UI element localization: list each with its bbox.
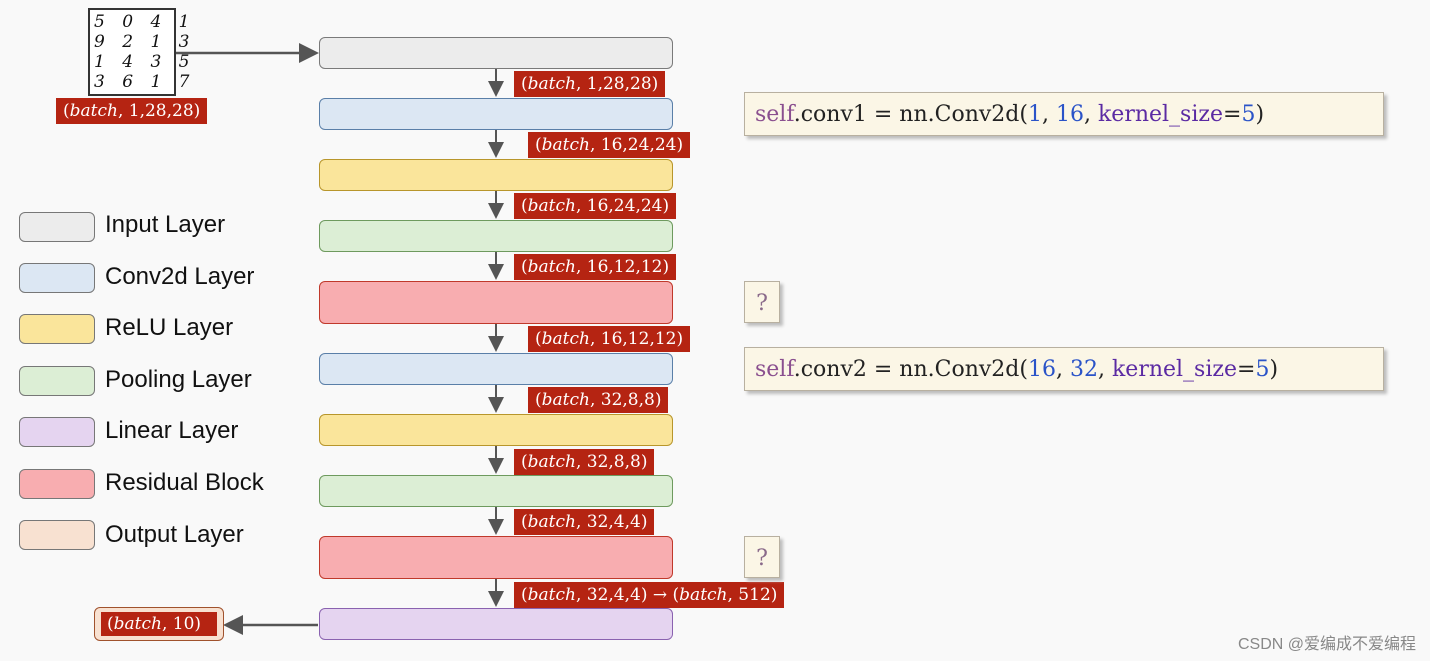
digit-row: 3 6 1 7 bbox=[94, 72, 196, 92]
conv1-layer-block bbox=[319, 98, 673, 130]
relu2-layer-block bbox=[319, 414, 673, 446]
relu1-layer-block bbox=[319, 159, 673, 191]
input-layer-block bbox=[319, 37, 673, 69]
shape-label: (batch, 16,24,24) bbox=[528, 132, 691, 158]
shape-label: (batch, 16,12,12) bbox=[514, 254, 677, 280]
residual-1-code-placeholder: ? bbox=[744, 281, 780, 323]
legend-label-input: Input Layer bbox=[105, 211, 226, 238]
pool1-layer-block bbox=[319, 220, 673, 252]
legend-label-conv: Conv2d Layer bbox=[105, 263, 255, 290]
input-shape-label: (batch, 1,28,28) bbox=[56, 98, 208, 124]
legend-swatch-input bbox=[19, 212, 95, 242]
shape-label: (batch, 1,28,28) bbox=[514, 71, 666, 97]
legend-swatch-conv bbox=[19, 263, 95, 293]
legend-label-resid: Residual Block bbox=[105, 469, 264, 496]
output-shape-label: (batch, 10) bbox=[101, 612, 217, 636]
shape-label: (batch, 32,8,8) bbox=[528, 387, 669, 413]
legend-label-output: Output Layer bbox=[105, 521, 244, 548]
linear-layer-block bbox=[319, 608, 673, 640]
output-layer-block: (batch, 10) bbox=[94, 607, 224, 641]
shape-label: (batch, 32,4,4) bbox=[514, 509, 655, 535]
pool2-layer-block bbox=[319, 475, 673, 507]
conv1-code-box: self.conv1 = nn.Conv2d(1, 16, kernel_siz… bbox=[744, 92, 1384, 136]
legend-swatch-linear bbox=[19, 417, 95, 447]
legend-swatch-pool bbox=[19, 366, 95, 396]
conv2-layer-block bbox=[319, 353, 673, 385]
residual-block-1 bbox=[319, 281, 673, 324]
legend-label-linear: Linear Layer bbox=[105, 417, 239, 444]
mnist-sample-image: 5 0 4 1 9 2 1 3 1 4 3 5 3 6 1 7 bbox=[88, 8, 196, 96]
shape-label: (batch, 16,12,12) bbox=[528, 326, 691, 352]
digit-row: 9 2 1 3 bbox=[94, 32, 196, 52]
legend-swatch-output bbox=[19, 520, 95, 550]
legend-swatch-relu bbox=[19, 314, 95, 344]
flatten-shape-label: (batch, 32,4,4) → (batch, 512) bbox=[514, 582, 785, 608]
residual-2-code-placeholder: ? bbox=[744, 536, 780, 578]
conv2-code-box: self.conv2 = nn.Conv2d(16, 32, kernel_si… bbox=[744, 347, 1384, 391]
shape-label: (batch, 16,24,24) bbox=[514, 193, 677, 219]
digit-row: 5 0 4 1 bbox=[94, 12, 196, 32]
legend-swatch-resid bbox=[19, 469, 95, 499]
shape-label: (batch, 32,8,8) bbox=[514, 449, 655, 475]
legend-label-relu: ReLU Layer bbox=[105, 314, 234, 341]
watermark-text: CSDN @爱编成不爱编程 bbox=[1237, 636, 1416, 653]
legend-label-pool: Pooling Layer bbox=[105, 366, 252, 393]
residual-block-2 bbox=[319, 536, 673, 579]
digit-row: 1 4 3 5 bbox=[94, 52, 196, 72]
